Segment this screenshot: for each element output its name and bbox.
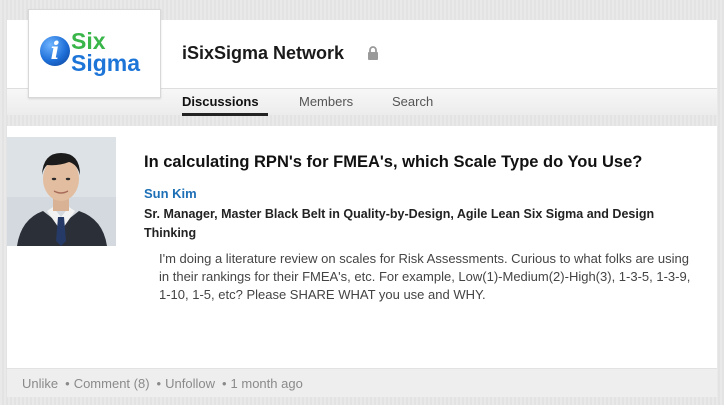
separator: • bbox=[221, 376, 227, 391]
unlike-link[interactable]: Unlike bbox=[22, 376, 58, 391]
post-body: I'm doing a literature review on scales … bbox=[159, 251, 691, 302]
unfollow-link[interactable]: Unfollow bbox=[165, 376, 215, 391]
author-headline: Sr. Manager, Master Black Belt in Qualit… bbox=[144, 207, 655, 240]
tab-discussions[interactable]: Discussions bbox=[182, 94, 259, 109]
comment-link[interactable]: Comment (8) bbox=[74, 376, 150, 391]
post-actions: Unlike • Comment (8) • Unfollow • 1 month ago bbox=[22, 376, 303, 391]
lock-icon bbox=[368, 46, 378, 60]
group-logo[interactable]: i Six Sigma bbox=[28, 9, 161, 98]
separator: • bbox=[156, 376, 162, 391]
avatar[interactable] bbox=[7, 137, 116, 246]
author-name-link[interactable]: Sun Kim bbox=[144, 186, 197, 201]
group-title[interactable]: iSixSigma Network bbox=[182, 43, 344, 64]
tab-search[interactable]: Search bbox=[392, 94, 433, 109]
separator: • bbox=[65, 376, 70, 391]
post-title[interactable]: In calculating RPN's for FMEA's, which S… bbox=[144, 153, 704, 172]
post-timestamp: 1 month ago bbox=[230, 376, 303, 391]
author-photo bbox=[7, 137, 116, 246]
logo-i-icon: i bbox=[40, 36, 70, 66]
logo-sigma-text: Sigma bbox=[71, 50, 141, 76]
tab-members[interactable]: Members bbox=[299, 94, 353, 109]
active-tab-indicator bbox=[182, 113, 268, 116]
